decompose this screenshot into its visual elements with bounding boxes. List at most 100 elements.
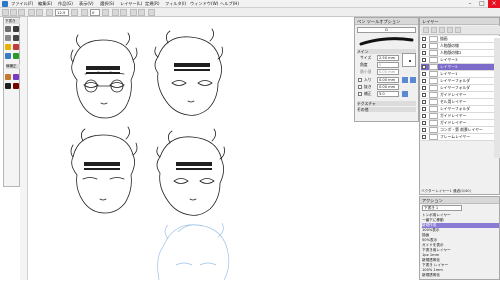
layer-row[interactable]: レイヤーフォルダ [421, 106, 500, 113]
exit-field[interactable]: 0.00 mm [377, 84, 399, 90]
menu-window[interactable]: ウィンドウ(W) [190, 1, 218, 7]
visibility-eye-icon[interactable] [422, 79, 426, 83]
zoom-in-icon[interactable] [46, 9, 53, 16]
visibility-eye-icon[interactable] [422, 93, 426, 97]
visibility-eye-icon[interactable] [422, 37, 426, 41]
opacity-icon[interactable] [431, 27, 437, 33]
layer-row[interactable]: 描画 [421, 36, 500, 43]
visibility-eye-icon[interactable] [422, 65, 426, 69]
action-item[interactable]: 新規透明化 [422, 273, 499, 278]
minimize-button[interactable]: – [464, 0, 476, 8]
tool-2-icon[interactable] [5, 35, 11, 41]
grid-icon[interactable] [112, 9, 119, 16]
tool-3-icon[interactable] [13, 35, 19, 41]
ruler-icon[interactable] [120, 9, 127, 16]
layer-icon[interactable] [138, 9, 145, 16]
visibility-eye-icon[interactable] [422, 128, 426, 132]
pressure-icon-2[interactable] [410, 77, 416, 83]
menu-ruler[interactable]: 定規(R) [145, 1, 160, 7]
action-set-select[interactable]: 下書き 1 [422, 205, 462, 211]
close-button[interactable]: × [488, 0, 500, 8]
visibility-eye-icon[interactable] [422, 107, 426, 111]
tool-4-icon[interactable] [5, 44, 11, 50]
tool-1-icon[interactable] [13, 26, 19, 32]
rotate-icon[interactable] [81, 9, 88, 16]
visibility-eye-icon[interactable] [422, 100, 426, 104]
min-field[interactable]: 0.00 mm [377, 69, 399, 75]
layer-footer: ベクターレイヤー1 通過(0/40) [421, 189, 471, 193]
size-field[interactable]: 2.50 mm [377, 55, 399, 61]
layer-row[interactable]: コンボ・第 前景レイヤー [421, 127, 500, 134]
tool-6-icon[interactable] [5, 53, 11, 59]
angle-field[interactable]: 0 [377, 62, 399, 68]
layer-row[interactable]: フレームレイヤー [421, 134, 500, 141]
visibility-eye-icon[interactable] [422, 72, 426, 76]
tool-10-icon[interactable] [5, 83, 11, 89]
visibility-eye-icon[interactable] [422, 86, 426, 90]
color-icon[interactable] [130, 9, 137, 16]
menu-filter[interactable]: フィルタ(I) [165, 1, 186, 7]
section-texture[interactable]: テクスチャ [357, 101, 416, 106]
menu-layer[interactable]: レイヤー(L) [120, 1, 142, 7]
zoom-out-icon[interactable] [71, 9, 78, 16]
layer-name: レイヤーフォルダ [440, 106, 471, 111]
tool-8-icon[interactable] [5, 74, 11, 80]
smooth-field[interactable]: 5.0 [377, 91, 399, 97]
menu-help[interactable]: ヘルプ(H) [220, 1, 239, 7]
angle-field[interactable]: 0 [90, 9, 100, 16]
settings-icon[interactable] [148, 9, 155, 16]
menu-edit[interactable]: 編集(E) [38, 1, 52, 7]
visibility-eye-icon[interactable] [422, 114, 426, 118]
blend-mode-icon[interactable] [423, 27, 429, 33]
visibility-eye-icon[interactable] [422, 121, 426, 125]
visibility-eye-icon[interactable] [422, 58, 426, 62]
tool-7-icon[interactable] [13, 53, 19, 59]
tool-5-icon[interactable] [13, 44, 19, 50]
maximize-button[interactable]: □ [476, 0, 488, 8]
layer-row[interactable]: 人物顔の線 [421, 43, 500, 50]
visibility-eye-icon[interactable] [422, 44, 426, 48]
brush-preset-select[interactable]: G [357, 27, 416, 33]
pressure-icon[interactable] [402, 77, 408, 83]
layer-row[interactable]: 人物顔の線2 [421, 50, 500, 57]
menu-select[interactable]: 選択(S) [100, 1, 114, 7]
layer-thumbnail [429, 113, 438, 119]
visibility-eye-icon[interactable] [422, 135, 426, 139]
new-file-icon[interactable] [2, 9, 9, 16]
layer-row[interactable]: レイヤー5 [421, 64, 500, 71]
save-icon[interactable] [18, 9, 25, 16]
layer-scrollbar[interactable] [494, 38, 500, 158]
delete-layer-icon[interactable] [455, 27, 461, 33]
new-layer-icon[interactable] [447, 27, 453, 33]
entry-checkbox[interactable] [358, 78, 362, 82]
layer-row[interactable]: ガイドレイヤー [421, 92, 500, 99]
undo-icon[interactable] [28, 9, 35, 16]
layer-row[interactable]: ガイドレイヤー [421, 120, 500, 127]
layer-row[interactable]: レイヤー3 [421, 57, 500, 64]
layer-row[interactable]: ガイドレイヤー [421, 113, 500, 120]
layer-row[interactable]: レイヤー1 [421, 71, 500, 78]
layer-row[interactable]: レイヤーフォルダ [421, 78, 500, 85]
tool-9-icon[interactable] [13, 74, 19, 80]
tool-0-icon[interactable] [5, 26, 11, 32]
eye-band-4 [176, 162, 212, 170]
lock-icon[interactable] [439, 27, 445, 33]
smooth-checkbox[interactable] [358, 92, 362, 96]
menu-work[interactable]: 作品(G) [58, 1, 73, 7]
tool-11-icon[interactable] [13, 83, 19, 89]
layer-name: 描画 [440, 36, 448, 41]
menu-view[interactable]: 表示(V) [79, 1, 94, 7]
redo-icon[interactable] [36, 9, 43, 16]
layer-row[interactable]: レイヤーフォルダ [421, 85, 500, 92]
zoom-field[interactable]: 12.5 [55, 9, 69, 16]
section-other[interactable]: その他 [357, 107, 416, 112]
flip-icon[interactable] [102, 9, 109, 16]
layer-row[interactable]: セル用レイヤー [421, 99, 500, 106]
entry-field[interactable]: 0.00 mm [377, 77, 399, 83]
drawing-canvas[interactable] [28, 17, 353, 281]
smooth-icon[interactable] [402, 91, 408, 97]
menu-file[interactable]: ファイル(F) [11, 1, 33, 7]
open-file-icon[interactable] [10, 9, 17, 16]
exit-checkbox[interactable] [358, 85, 362, 89]
visibility-eye-icon[interactable] [422, 51, 426, 55]
